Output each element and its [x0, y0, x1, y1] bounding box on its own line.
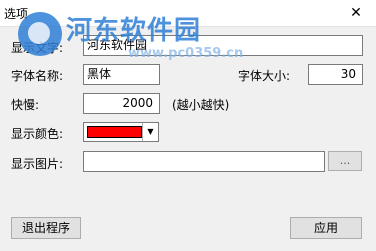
speed-hint: (越小越快) [172, 98, 230, 112]
apply-button[interactable]: 应用 [290, 217, 362, 239]
color-swatch [87, 126, 142, 138]
speed-label: 快慢: [11, 98, 40, 112]
close-icon: ✕ [350, 5, 362, 21]
font-size-input[interactable]: 30 [308, 64, 363, 85]
browse-button[interactable]: ... [328, 151, 362, 171]
display-image-label: 显示图片: [11, 157, 64, 171]
font-size-label: 字体大小: [238, 69, 291, 83]
color-picker[interactable]: ▼ [83, 122, 159, 142]
window-title: 选项 [4, 7, 29, 21]
font-name-label: 字体名称: [11, 69, 64, 83]
display-text-input[interactable]: 河东软件园 [83, 35, 363, 56]
exit-button[interactable]: 退出程序 [11, 217, 81, 239]
font-name-input[interactable]: 黑体 [83, 64, 160, 85]
display-image-input[interactable] [83, 151, 325, 172]
chevron-down-icon[interactable]: ▼ [142, 123, 158, 141]
close-button[interactable]: ✕ [336, 0, 376, 26]
title-bar: 选项 ✕ [0, 0, 376, 27]
display-color-label: 显示颜色: [11, 127, 64, 141]
display-text-label: 显示文字: [11, 41, 64, 55]
speed-input[interactable]: 2000 [83, 93, 160, 114]
